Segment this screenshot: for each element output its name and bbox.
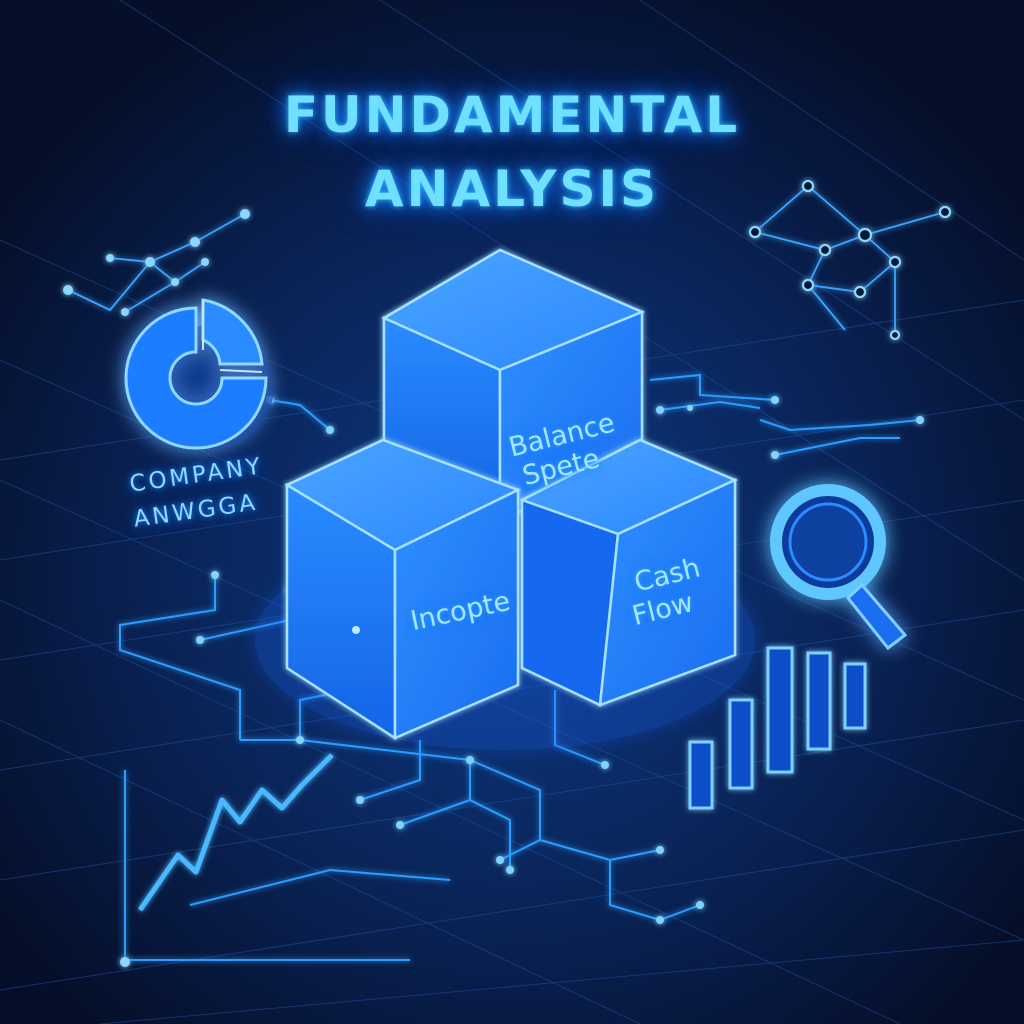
title-line-1: FUNDAMENTAL <box>283 86 741 144</box>
illustration: FUNDAMENTAL ANALYSIS COMPANY ANWGGA Bala… <box>0 0 1024 1024</box>
title-line-2: ANALYSIS <box>364 160 660 218</box>
